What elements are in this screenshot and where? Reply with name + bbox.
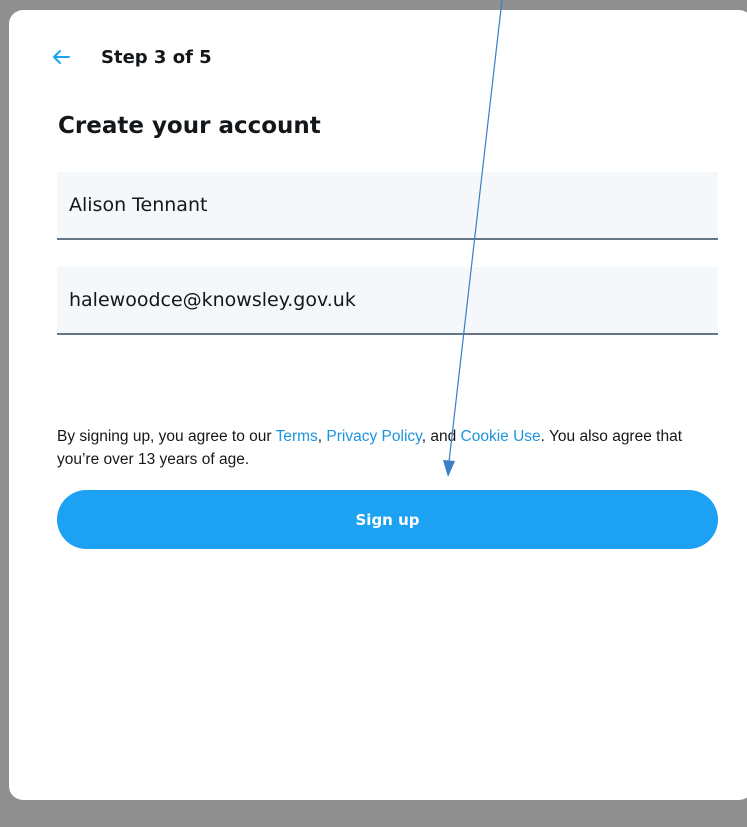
name-input[interactable]: [57, 172, 718, 238]
back-button[interactable]: [47, 43, 75, 71]
privacy-policy-link[interactable]: Privacy Policy: [326, 428, 421, 445]
email-field[interactable]: [57, 267, 718, 335]
signup-modal: Step 3 of 5 Create your account By signi…: [9, 10, 747, 800]
terms-text: By signing up, you agree to our Terms, P…: [57, 425, 717, 471]
terms-separator: , and: [421, 428, 461, 445]
email-input[interactable]: [57, 267, 718, 333]
cookie-use-link[interactable]: Cookie Use: [461, 428, 541, 445]
page-title: Create your account: [58, 113, 321, 139]
sign-up-button[interactable]: Sign up: [57, 490, 718, 549]
modal-header: Step 3 of 5: [47, 42, 212, 72]
arrow-left-icon: [53, 50, 70, 64]
step-indicator: Step 3 of 5: [101, 46, 212, 68]
terms-link[interactable]: Terms: [276, 428, 318, 445]
name-field[interactable]: [57, 172, 718, 240]
terms-prefix: By signing up, you agree to our: [57, 428, 276, 445]
